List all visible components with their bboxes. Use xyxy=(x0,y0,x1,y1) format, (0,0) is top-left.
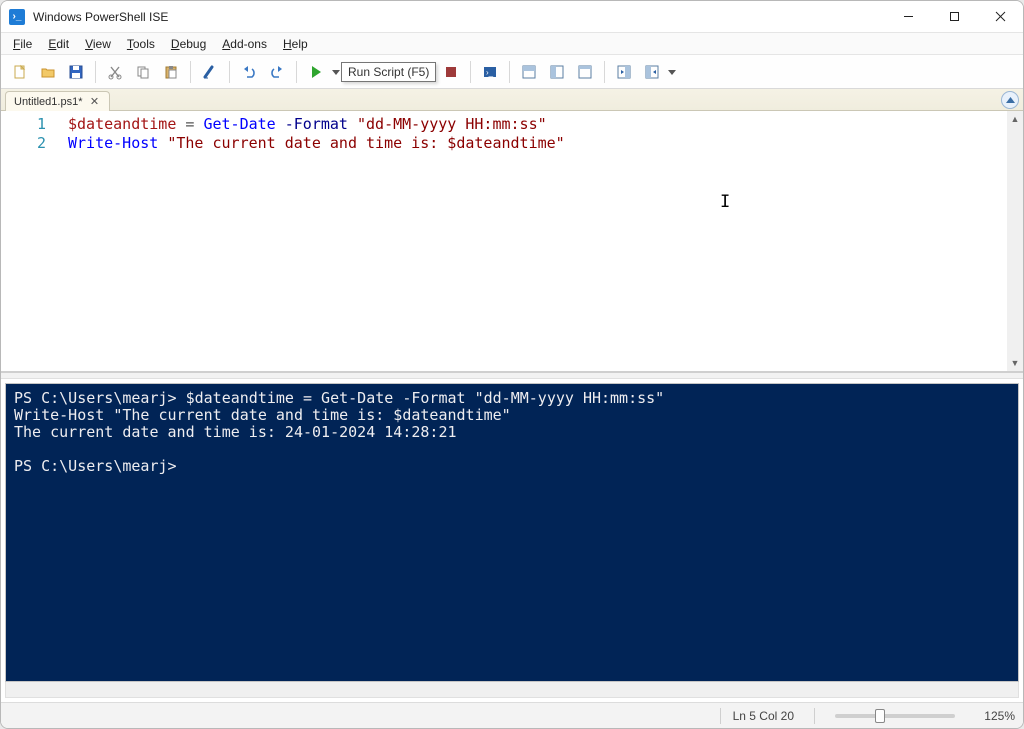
window-controls xyxy=(885,1,1023,32)
collapse-script-pane-button[interactable] xyxy=(1001,91,1019,109)
layout-script-top-button[interactable] xyxy=(516,59,542,85)
menu-debug[interactable]: Debug xyxy=(163,35,214,53)
remote-powershell-button[interactable]: ›_ xyxy=(477,59,503,85)
close-button[interactable] xyxy=(977,1,1023,32)
layout-side-by-side-button[interactable] xyxy=(544,59,570,85)
zoom-slider-thumb[interactable] xyxy=(875,709,885,723)
powershell-icon: ›_ xyxy=(9,9,25,25)
toolbar-separator xyxy=(229,61,230,83)
toolbar-separator xyxy=(190,61,191,83)
run-script-button[interactable] xyxy=(303,59,329,85)
svg-text:›_: ›_ xyxy=(486,68,494,77)
statusbar: Ln 5 Col 20 125% xyxy=(1,702,1023,728)
menu-tools[interactable]: Tools xyxy=(119,35,163,53)
console-horizontal-scrollbar[interactable] xyxy=(5,682,1019,698)
tabbar: Untitled1.ps1* ✕ xyxy=(1,89,1023,111)
scroll-up-icon[interactable]: ▲ xyxy=(1007,111,1023,127)
zoom-level: 125% xyxy=(975,709,1015,723)
toolbar-separator xyxy=(470,61,471,83)
window-title: Windows PowerShell ISE xyxy=(33,10,885,24)
menu-file[interactable]: File xyxy=(5,35,40,53)
menu-addons[interactable]: Add-ons xyxy=(214,35,275,53)
paste-button[interactable] xyxy=(158,59,184,85)
editor-vertical-scrollbar[interactable]: ▲ ▼ xyxy=(1007,111,1023,371)
menubar: File Edit View Tools Debug Add-ons Help xyxy=(1,33,1023,55)
status-separator xyxy=(814,708,815,724)
menu-edit[interactable]: Edit xyxy=(40,35,77,53)
new-file-button[interactable] xyxy=(7,59,33,85)
menu-help[interactable]: Help xyxy=(275,35,316,53)
line-number-gutter: 1 2 xyxy=(1,111,56,371)
minimize-button[interactable] xyxy=(885,1,931,32)
cursor-position: Ln 5 Col 20 xyxy=(733,709,802,723)
toolbar-separator xyxy=(509,61,510,83)
copy-button[interactable] xyxy=(130,59,156,85)
zoom-slider[interactable] xyxy=(835,714,955,718)
scroll-down-icon[interactable]: ▼ xyxy=(1007,355,1023,371)
run-dropdown[interactable] xyxy=(331,68,341,76)
script-tab-label: Untitled1.ps1* xyxy=(14,96,83,108)
app-window: ›_ Windows PowerShell ISE File Edit View… xyxy=(0,0,1024,729)
console-pane[interactable]: PS C:\Users\mearj> $dateandtime = Get-Da… xyxy=(5,383,1019,682)
layout-script-only-button[interactable] xyxy=(572,59,598,85)
toolbar-separator xyxy=(296,61,297,83)
menu-view[interactable]: View xyxy=(77,35,119,53)
cut-button[interactable] xyxy=(102,59,128,85)
clear-console-button[interactable] xyxy=(197,59,223,85)
open-file-button[interactable] xyxy=(35,59,61,85)
show-command-window-button[interactable] xyxy=(639,59,665,85)
tab-close-icon[interactable]: ✕ xyxy=(89,95,101,108)
redo-button[interactable] xyxy=(264,59,290,85)
run-script-tooltip: Run Script (F5) xyxy=(341,62,436,82)
toolbar: Run Script (F5) ›_ xyxy=(1,55,1023,89)
undo-button[interactable] xyxy=(236,59,262,85)
show-command-addon-button[interactable] xyxy=(611,59,637,85)
status-separator xyxy=(720,708,721,724)
save-button[interactable] xyxy=(63,59,89,85)
titlebar: ›_ Windows PowerShell ISE xyxy=(1,1,1023,33)
toolbar-separator xyxy=(604,61,605,83)
line-number: 2 xyxy=(1,134,46,153)
console-pane-wrapper: PS C:\Users\mearj> $dateandtime = Get-Da… xyxy=(1,379,1023,702)
maximize-button[interactable] xyxy=(931,1,977,32)
line-number: 1 xyxy=(1,115,46,134)
toolbar-separator xyxy=(95,61,96,83)
toolbar-overflow[interactable] xyxy=(667,68,677,76)
text-cursor-icon: I xyxy=(720,193,722,211)
code-editor[interactable]: $dateandtime = Get-Date -Format "dd-MM-y… xyxy=(56,111,1007,371)
script-editor-pane: 1 2 $dateandtime = Get-Date -Format "dd-… xyxy=(1,111,1023,373)
script-tab[interactable]: Untitled1.ps1* ✕ xyxy=(5,91,110,111)
stop-button[interactable] xyxy=(438,59,464,85)
